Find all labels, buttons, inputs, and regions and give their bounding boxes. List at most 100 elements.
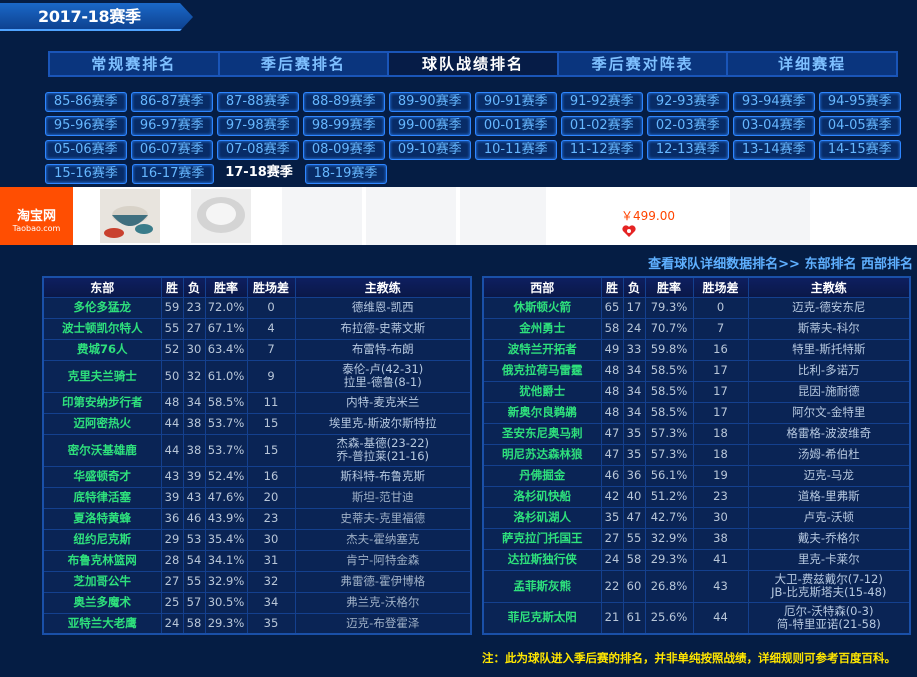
team-name-link[interactable]: 丹佛掘金 [482, 464, 602, 487]
coach-name-link[interactable]: 乔-普拉莱(21-16) [296, 450, 471, 463]
coach-name-link[interactable]: 卢克-沃顿 [749, 511, 910, 524]
team-name-link[interactable]: 孟菲斯灰熊 [482, 569, 602, 603]
team-name-link[interactable]: 洛杉矶湖人 [482, 506, 602, 529]
tab-schedule[interactable]: 详细赛程 [728, 53, 896, 75]
coach-name-link[interactable]: JB-比克斯塔夫(15-48) [749, 586, 910, 599]
team-name-link[interactable]: 布鲁克林篮网 [42, 549, 162, 572]
coach-name-link[interactable]: 迈克-德安东尼 [749, 301, 910, 314]
team-name-link[interactable]: 迈阿密热火 [42, 412, 162, 435]
season-button[interactable]: 87-88赛季 [217, 92, 299, 112]
team-name-link[interactable]: 圣安东尼奥马刺 [482, 422, 602, 445]
season-button[interactable]: 01-02赛季 [561, 116, 643, 136]
coach-name-link[interactable]: 特里-斯托特斯 [749, 343, 910, 356]
season-button[interactable]: 15-16赛季 [45, 164, 127, 184]
coach-name-link[interactable]: 格雷格-波波维奇 [749, 427, 910, 440]
heart-icon[interactable] [621, 224, 637, 238]
team-name-link[interactable]: 印第安纳步行者 [42, 391, 162, 414]
season-button[interactable]: 12-13赛季 [647, 140, 729, 160]
coach-name-link[interactable]: 内特-麦克米兰 [296, 396, 471, 409]
season-button[interactable]: 02-03赛季 [647, 116, 729, 136]
team-name-link[interactable]: 底特律活塞 [42, 486, 162, 509]
team-name-link[interactable]: 华盛顿奇才 [42, 465, 162, 488]
coach-name-link[interactable]: 比利-多诺万 [749, 364, 910, 377]
season-button[interactable]: 10-11赛季 [475, 140, 557, 160]
team-name-link[interactable]: 萨克拉门托国王 [482, 527, 602, 550]
team-name-link[interactable]: 休斯顿火箭 [482, 296, 602, 319]
season-button[interactable]: 95-96赛季 [45, 116, 127, 136]
season-button[interactable]: 05-06赛季 [45, 140, 127, 160]
coach-name-link[interactable]: 德维恩-凯西 [296, 301, 471, 314]
season-button[interactable]: 03-04赛季 [733, 116, 815, 136]
team-name-link[interactable]: 费城76人 [42, 338, 162, 361]
coach-name-link[interactable]: 迈克-布登霍泽 [296, 616, 471, 630]
season-button[interactable]: 13-14赛季 [733, 140, 815, 160]
season-button[interactable]: 17-18赛季 [218, 164, 300, 184]
coach-name-link[interactable]: 简-特里亚诺(21-58) [749, 617, 910, 631]
coach-name-link[interactable]: 史蒂夫-克里福德 [296, 512, 471, 525]
season-button[interactable]: 00-01赛季 [475, 116, 557, 136]
season-button[interactable]: 90-91赛季 [475, 92, 557, 112]
team-name-link[interactable]: 洛杉矶快船 [482, 485, 602, 508]
coach-name-link[interactable]: 厄尔-沃特森(0-3) [749, 604, 910, 618]
season-button[interactable]: 85-86赛季 [45, 92, 127, 112]
season-button[interactable]: 89-90赛季 [389, 92, 471, 112]
team-name-link[interactable]: 波特兰开拓者 [482, 338, 602, 361]
season-button[interactable]: 06-07赛季 [131, 140, 213, 160]
season-button[interactable]: 08-09赛季 [303, 140, 385, 160]
team-name-link[interactable]: 夏洛特黄蜂 [42, 507, 162, 530]
coach-name-link[interactable]: 戴夫-乔格尔 [749, 532, 910, 545]
coach-name-link[interactable]: 阿尔文-金特里 [749, 406, 910, 419]
coach-name-link[interactable]: 斯蒂夫-科尔 [749, 322, 910, 335]
coach-name-link[interactable]: 斯坦-范甘迪 [296, 491, 471, 504]
season-button[interactable]: 96-97赛季 [131, 116, 213, 136]
ad-price[interactable]: ￥499.00 [621, 207, 675, 224]
season-button[interactable]: 16-17赛季 [131, 164, 214, 184]
team-name-link[interactable]: 芝加哥公牛 [42, 570, 162, 593]
team-name-link[interactable]: 亚特兰大老鹰 [42, 612, 162, 635]
season-button[interactable]: 93-94赛季 [733, 92, 815, 112]
coach-name-link[interactable]: 杰夫-霍纳塞克 [296, 533, 471, 546]
team-name-link[interactable]: 奥兰多魔术 [42, 591, 162, 614]
team-name-link[interactable]: 纽约尼克斯 [42, 528, 162, 551]
season-button[interactable]: 14-15赛季 [819, 140, 901, 160]
season-button[interactable]: 07-08赛季 [217, 140, 299, 160]
east-ranking-link[interactable]: 东部排名 [804, 257, 856, 272]
west-ranking-link[interactable]: 西部排名 [861, 257, 913, 272]
coach-name-link[interactable]: 迈克-马龙 [749, 469, 910, 482]
ad-product-image-bowls[interactable] [100, 189, 160, 243]
team-name-link[interactable]: 克里夫兰骑士 [42, 359, 162, 393]
season-button[interactable]: 98-99赛季 [303, 116, 385, 136]
season-button[interactable]: 18-19赛季 [304, 164, 387, 184]
coach-name-link[interactable]: 埃里克-斯波尔斯特拉 [296, 417, 471, 430]
season-button[interactable]: 91-92赛季 [561, 92, 643, 112]
team-name-link[interactable]: 犹他爵士 [482, 380, 602, 403]
season-button[interactable]: 86-87赛季 [131, 92, 213, 112]
season-button[interactable]: 88-89赛季 [303, 92, 385, 112]
coach-name-link[interactable]: 肯宁-阿特金森 [296, 554, 471, 567]
season-button[interactable]: 99-00赛季 [389, 116, 471, 136]
tab-playoff-ranking[interactable]: 季后赛排名 [219, 53, 390, 75]
season-button[interactable]: 94-95赛季 [819, 92, 901, 112]
coach-name-link[interactable]: 布拉德-史蒂文斯 [296, 322, 471, 335]
team-name-link[interactable]: 新奥尔良鹈鹕 [482, 401, 602, 424]
season-button[interactable]: 09-10赛季 [389, 140, 471, 160]
coach-name-link[interactable]: 汤姆-希伯杜 [749, 448, 910, 461]
coach-name-link[interactable]: 弗兰克-沃格尔 [296, 596, 471, 609]
taobao-logo[interactable]: 淘宝网 Taobao.com [0, 187, 73, 245]
team-name-link[interactable]: 达拉斯独行侠 [482, 548, 602, 571]
team-name-link[interactable]: 多伦多猛龙 [42, 296, 162, 319]
coach-name-link[interactable]: 拉里-德鲁(8-1) [296, 376, 471, 389]
coach-name-link[interactable]: 布雷特-布朗 [296, 343, 471, 356]
coach-name-link[interactable]: 弗雷德-霍伊博格 [296, 575, 471, 588]
coach-name-link[interactable]: 昆因-施耐德 [749, 385, 910, 398]
ad-product-image-plate[interactable] [191, 189, 251, 243]
coach-name-link[interactable]: 里克-卡莱尔 [749, 553, 910, 566]
tab-team-record-ranking[interactable]: 球队战绩排名 [389, 53, 559, 75]
team-name-link[interactable]: 明尼苏达森林狼 [482, 443, 602, 466]
team-name-link[interactable]: 金州勇士 [482, 317, 602, 340]
season-button[interactable]: 92-93赛季 [647, 92, 729, 112]
tab-regular-season[interactable]: 常规赛排名 [50, 53, 220, 75]
season-button[interactable]: 11-12赛季 [561, 140, 643, 160]
ad-banner[interactable]: 淘宝网 Taobao.com ￥499.00 [0, 187, 917, 245]
coach-name-link[interactable]: 斯科特-布鲁克斯 [296, 470, 471, 483]
